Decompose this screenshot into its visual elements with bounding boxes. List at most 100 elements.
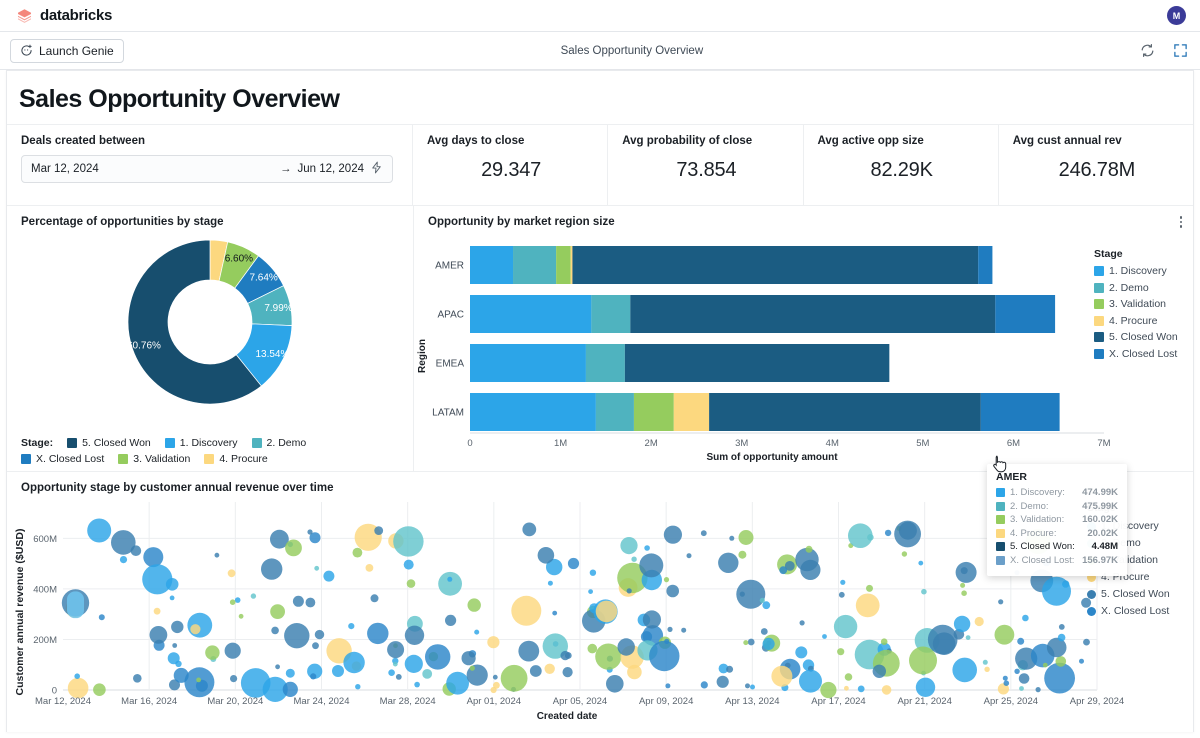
bubble-point[interactable] <box>1043 663 1048 668</box>
bubble-point[interactable] <box>446 672 469 695</box>
bar-segment[interactable] <box>630 295 995 333</box>
bubble-point[interactable] <box>1044 663 1075 694</box>
bubble-point[interactable] <box>867 534 874 541</box>
bubble-point[interactable] <box>750 685 755 690</box>
bubble-point[interactable] <box>171 621 183 633</box>
bubble-point[interactable] <box>270 604 285 619</box>
bubble-point[interactable] <box>588 589 593 594</box>
bubble-point[interactable] <box>371 594 379 602</box>
bubble-point[interactable] <box>261 558 282 579</box>
bubble-point[interactable] <box>468 598 481 611</box>
bubble-point[interactable] <box>1004 680 1010 686</box>
bubble-point[interactable] <box>323 571 334 582</box>
bubble-point[interactable] <box>858 686 865 693</box>
bubble-point[interactable] <box>596 601 618 623</box>
lightning-icon[interactable] <box>370 161 383 177</box>
bubble-point[interactable] <box>882 685 892 695</box>
bubble-point[interactable] <box>93 683 106 696</box>
bubble-point[interactable] <box>960 583 965 588</box>
bubble-point[interactable] <box>306 598 316 608</box>
bubble-point[interactable] <box>396 674 402 680</box>
bubble-point[interactable] <box>271 627 279 635</box>
bubble-point[interactable] <box>644 545 650 551</box>
legend-item-closed-lost[interactable]: X. Closed Lost <box>1094 348 1186 360</box>
bubble-point[interactable] <box>961 567 968 574</box>
bar-segment[interactable] <box>591 295 630 333</box>
bubble-point[interactable] <box>133 674 142 683</box>
bubble-point[interactable] <box>487 636 499 648</box>
bubble-point[interactable] <box>387 641 404 658</box>
bubble-point[interactable] <box>548 581 553 586</box>
bubble-point[interactable] <box>740 592 745 597</box>
bubble-point[interactable] <box>590 570 596 576</box>
bubble-point[interactable] <box>1042 577 1071 606</box>
bubble-point[interactable] <box>845 673 853 681</box>
bubble-point[interactable] <box>518 641 539 662</box>
bar-svg[interactable]: Region AMERAPACEMEALATAM 01M2M3M4M5M6M7M… <box>414 228 1194 466</box>
bubble-point[interactable] <box>779 566 787 574</box>
bubble-point[interactable] <box>745 683 750 688</box>
bubble-point[interactable] <box>187 613 212 638</box>
avatar[interactable]: M <box>1167 6 1186 25</box>
bubble-point[interactable] <box>404 560 414 570</box>
bubble-point[interactable] <box>355 684 360 689</box>
bubble-point[interactable] <box>493 682 500 689</box>
bubble-point[interactable] <box>87 519 111 543</box>
bubble-point[interactable] <box>984 667 989 672</box>
bubble-point[interactable] <box>530 665 542 677</box>
bubble-point[interactable] <box>228 569 236 577</box>
bubble-point[interactable] <box>902 551 907 556</box>
bubble-point[interactable] <box>834 615 857 638</box>
bubble-point[interactable] <box>310 673 316 679</box>
legend-item-discovery[interactable]: 1. Discovery <box>165 437 238 449</box>
bubble-point[interactable] <box>251 593 256 598</box>
bubble-point[interactable] <box>283 682 298 697</box>
bubble-point[interactable] <box>190 624 200 634</box>
bubble-point[interactable] <box>405 626 424 645</box>
bubble-point[interactable] <box>67 591 84 618</box>
bubble-point[interactable] <box>568 558 579 569</box>
bubble-point[interactable] <box>563 667 573 677</box>
bar-segment[interactable] <box>978 246 992 284</box>
bubble-point[interactable] <box>844 686 849 691</box>
bubble-point[interactable] <box>493 675 498 680</box>
bubble-point[interactable] <box>1019 686 1024 691</box>
bubble-point[interactable] <box>800 620 805 625</box>
bubble-point[interactable] <box>856 594 880 618</box>
bubble-point[interactable] <box>595 644 621 670</box>
bubble-point[interactable] <box>374 526 383 535</box>
bubble-point[interactable] <box>447 577 452 582</box>
bar-segment[interactable] <box>625 344 889 382</box>
bubble-point[interactable] <box>522 523 536 537</box>
bubble-point[interactable] <box>840 580 845 585</box>
bubble-point[interactable] <box>462 651 476 665</box>
bar-segment[interactable] <box>470 393 596 431</box>
bubble-point[interactable] <box>172 643 177 648</box>
legend-item-demo[interactable]: 2. Demo <box>1094 282 1186 294</box>
bubble-point[interactable] <box>315 630 324 639</box>
bubble-point[interactable] <box>763 638 775 650</box>
bubble-point[interactable] <box>795 646 807 658</box>
bubble-point[interactable] <box>275 664 280 669</box>
bubble-point[interactable] <box>545 664 555 674</box>
bubble-point[interactable] <box>561 651 570 660</box>
bubble-point[interactable] <box>885 530 891 536</box>
bubble-point[interactable] <box>1022 615 1029 622</box>
bubble-point[interactable] <box>284 623 309 648</box>
bubble-point[interactable] <box>643 610 661 628</box>
bubble-point[interactable] <box>307 529 312 534</box>
bubble-point[interactable] <box>667 627 672 632</box>
bar-segment[interactable] <box>709 393 981 431</box>
legend-item-validation[interactable]: 3. Validation <box>118 453 190 465</box>
bubble-point[interactable] <box>143 547 163 567</box>
bubble-point[interactable] <box>393 526 423 556</box>
bubble-point[interactable] <box>1003 676 1008 681</box>
bubble-point[interactable] <box>286 669 295 678</box>
bubble-point[interactable] <box>762 601 770 609</box>
bubble-point[interactable] <box>666 585 679 598</box>
launch-genie-button[interactable]: Launch Genie <box>10 39 124 63</box>
legend-item-closed-won[interactable]: 5. Closed Won <box>67 437 151 449</box>
legend-item-validation[interactable]: 3. Validation <box>1094 298 1186 310</box>
refresh-icon[interactable] <box>1140 43 1155 58</box>
bar-segment[interactable] <box>571 246 573 284</box>
